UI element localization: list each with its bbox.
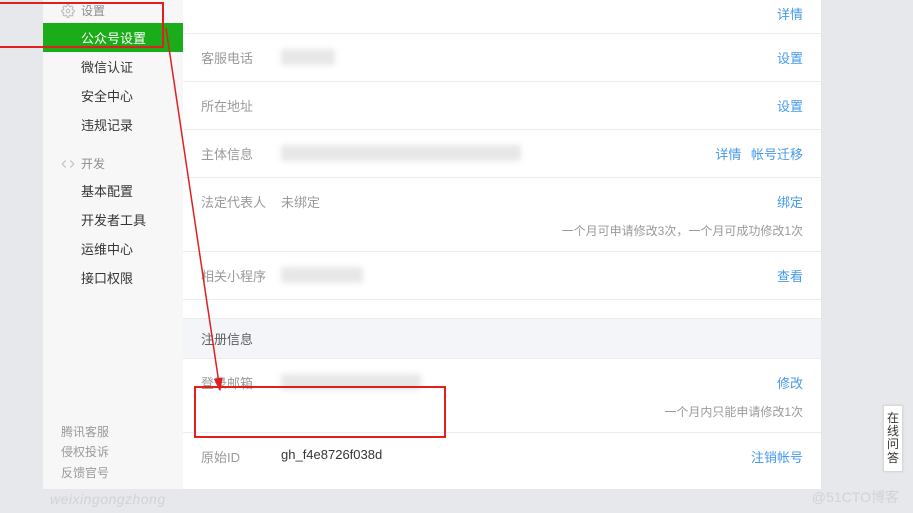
row-origid: 原始ID gh_f4e8726f038d 注销帐号	[183, 433, 821, 481]
sidebar-group-develop: 开发	[43, 149, 183, 176]
blurred-value	[281, 267, 363, 283]
sidebar: 设置 公众号设置 微信认证 安全中心 违规记录 开发 基本配置 开发者工具 运维…	[43, 0, 183, 489]
label-address: 所在地址	[201, 96, 281, 115]
row-address: 所在地址 设置	[183, 82, 821, 130]
label-origid: 原始ID	[201, 447, 281, 466]
sidebar-item-wechat-verify[interactable]: 微信认证	[43, 52, 183, 81]
sidebar-footer: 腾讯客服 侵权投诉 反馈官号	[43, 414, 183, 489]
row-hotline: 客服电话 设置	[183, 34, 821, 82]
action-entity-detail[interactable]: 详情	[715, 147, 741, 162]
label-hotline: 客服电话	[201, 48, 281, 67]
action-legal-bind[interactable]: 绑定	[777, 192, 803, 211]
action-origid-cancel[interactable]: 注销帐号	[751, 447, 803, 466]
blurred-value	[281, 374, 421, 390]
label-legal: 法定代表人	[201, 192, 281, 211]
sidebar-item-account-settings[interactable]: 公众号设置	[43, 23, 183, 52]
action-miniapp-view[interactable]: 查看	[777, 266, 803, 285]
watermark-left: weixingongzhong	[50, 491, 166, 507]
row-miniapp: 相关小程序 查看	[183, 252, 821, 300]
action-detail-top[interactable]: 详情	[777, 4, 803, 23]
sidebar-item-basic-config[interactable]: 基本配置	[43, 176, 183, 205]
action-email-modify[interactable]: 修改	[777, 373, 803, 392]
sidebar-group-title: 开发	[81, 155, 105, 172]
label-entity: 主体信息	[201, 144, 281, 163]
note-legal: 一个月可申请修改3次，一个月可成功修改1次	[183, 216, 821, 252]
row-entity: 主体信息 详情 帐号迁移	[183, 130, 821, 178]
action-address-set[interactable]: 设置	[777, 96, 803, 115]
action-hotline-set[interactable]: 设置	[777, 48, 803, 67]
blurred-value	[281, 145, 521, 161]
footer-link-infringement[interactable]: 侵权投诉	[61, 442, 171, 462]
section-registration: 注册信息	[183, 318, 821, 359]
code-icon	[61, 157, 75, 171]
row-top: 详情	[183, 0, 821, 34]
footer-link-feedback[interactable]: 反馈官号	[61, 463, 171, 483]
value-legal: 未绑定	[281, 192, 777, 211]
gear-icon	[61, 4, 75, 18]
online-qa-widget[interactable]: 在线问答	[883, 405, 903, 472]
label-email: 登录邮箱	[201, 373, 281, 392]
footer-link-tencent-service[interactable]: 腾讯客服	[61, 422, 171, 442]
sidebar-item-api-permission[interactable]: 接口权限	[43, 263, 183, 292]
sidebar-item-violation-log[interactable]: 违规记录	[43, 110, 183, 139]
action-entity-migrate[interactable]: 帐号迁移	[751, 147, 803, 162]
sidebar-item-ops-center[interactable]: 运维中心	[43, 234, 183, 263]
sidebar-item-security-center[interactable]: 安全中心	[43, 81, 183, 110]
watermark-right: @51CTO博客	[812, 487, 899, 507]
blurred-value	[281, 49, 335, 65]
value-origid: gh_f4e8726f038d	[281, 447, 751, 462]
note-email: 一个月内只能申请修改1次	[183, 397, 821, 433]
label-miniapp: 相关小程序	[201, 266, 281, 285]
content-panel: 详情 客服电话 设置 所在地址 设置 主体信息 详情 帐号迁移	[183, 0, 821, 489]
sidebar-item-dev-tools[interactable]: 开发者工具	[43, 205, 183, 234]
sidebar-group-settings: 设置	[43, 0, 183, 23]
sidebar-group-title: 设置	[81, 2, 105, 19]
